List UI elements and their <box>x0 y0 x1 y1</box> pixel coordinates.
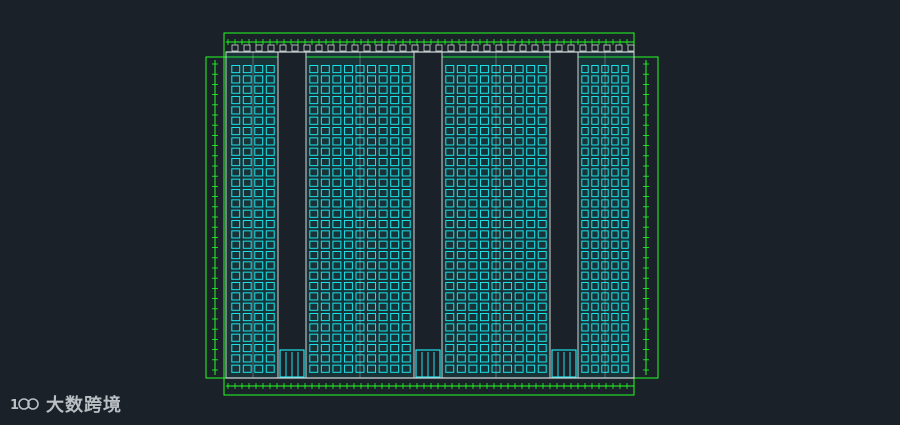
parapet-block <box>603 44 611 52</box>
parapet-block <box>303 44 311 52</box>
parapet-block <box>447 44 455 52</box>
parapet-block <box>483 44 491 52</box>
parapet-block <box>315 44 323 52</box>
parapet-block <box>375 44 383 52</box>
parapet-block <box>363 44 371 52</box>
parapet-block <box>543 44 551 52</box>
parapet-block <box>291 44 299 52</box>
parapet-block <box>507 44 515 52</box>
parapet-block <box>471 44 479 52</box>
parapet-block <box>567 44 575 52</box>
parapet-block <box>243 44 251 52</box>
parapet-block <box>267 44 275 52</box>
parapet-block <box>255 44 263 52</box>
watermark-text: 大数跨境 <box>46 395 122 416</box>
svg-text:1: 1 <box>10 398 19 413</box>
parapet-block <box>459 44 467 52</box>
parapet-block <box>423 44 431 52</box>
parapet-block <box>435 44 443 52</box>
parapet-block <box>387 44 395 52</box>
parapet-block <box>591 44 599 52</box>
parapet-block <box>231 44 239 52</box>
watermark: 1 大数跨境 <box>10 391 122 417</box>
cad-elevation-drawing <box>205 32 659 396</box>
parapet-block <box>519 44 527 52</box>
parapet-block <box>615 44 623 52</box>
parapet-block <box>579 44 587 52</box>
100-logo-icon: 1 <box>10 398 39 413</box>
parapet-block <box>351 44 359 52</box>
parapet-block <box>531 44 539 52</box>
parapet-block <box>411 44 419 52</box>
parapet-block <box>555 44 563 52</box>
parapet-block <box>627 44 635 52</box>
parapet-block <box>495 44 503 52</box>
building-group <box>225 44 635 379</box>
stair-core-1 <box>277 51 307 379</box>
parapet-block <box>339 44 347 52</box>
parapet-block <box>399 44 407 52</box>
stair-core-3 <box>549 51 579 379</box>
parapet-block <box>279 44 287 52</box>
stair-core-2 <box>413 51 443 379</box>
parapet-block <box>327 44 335 52</box>
